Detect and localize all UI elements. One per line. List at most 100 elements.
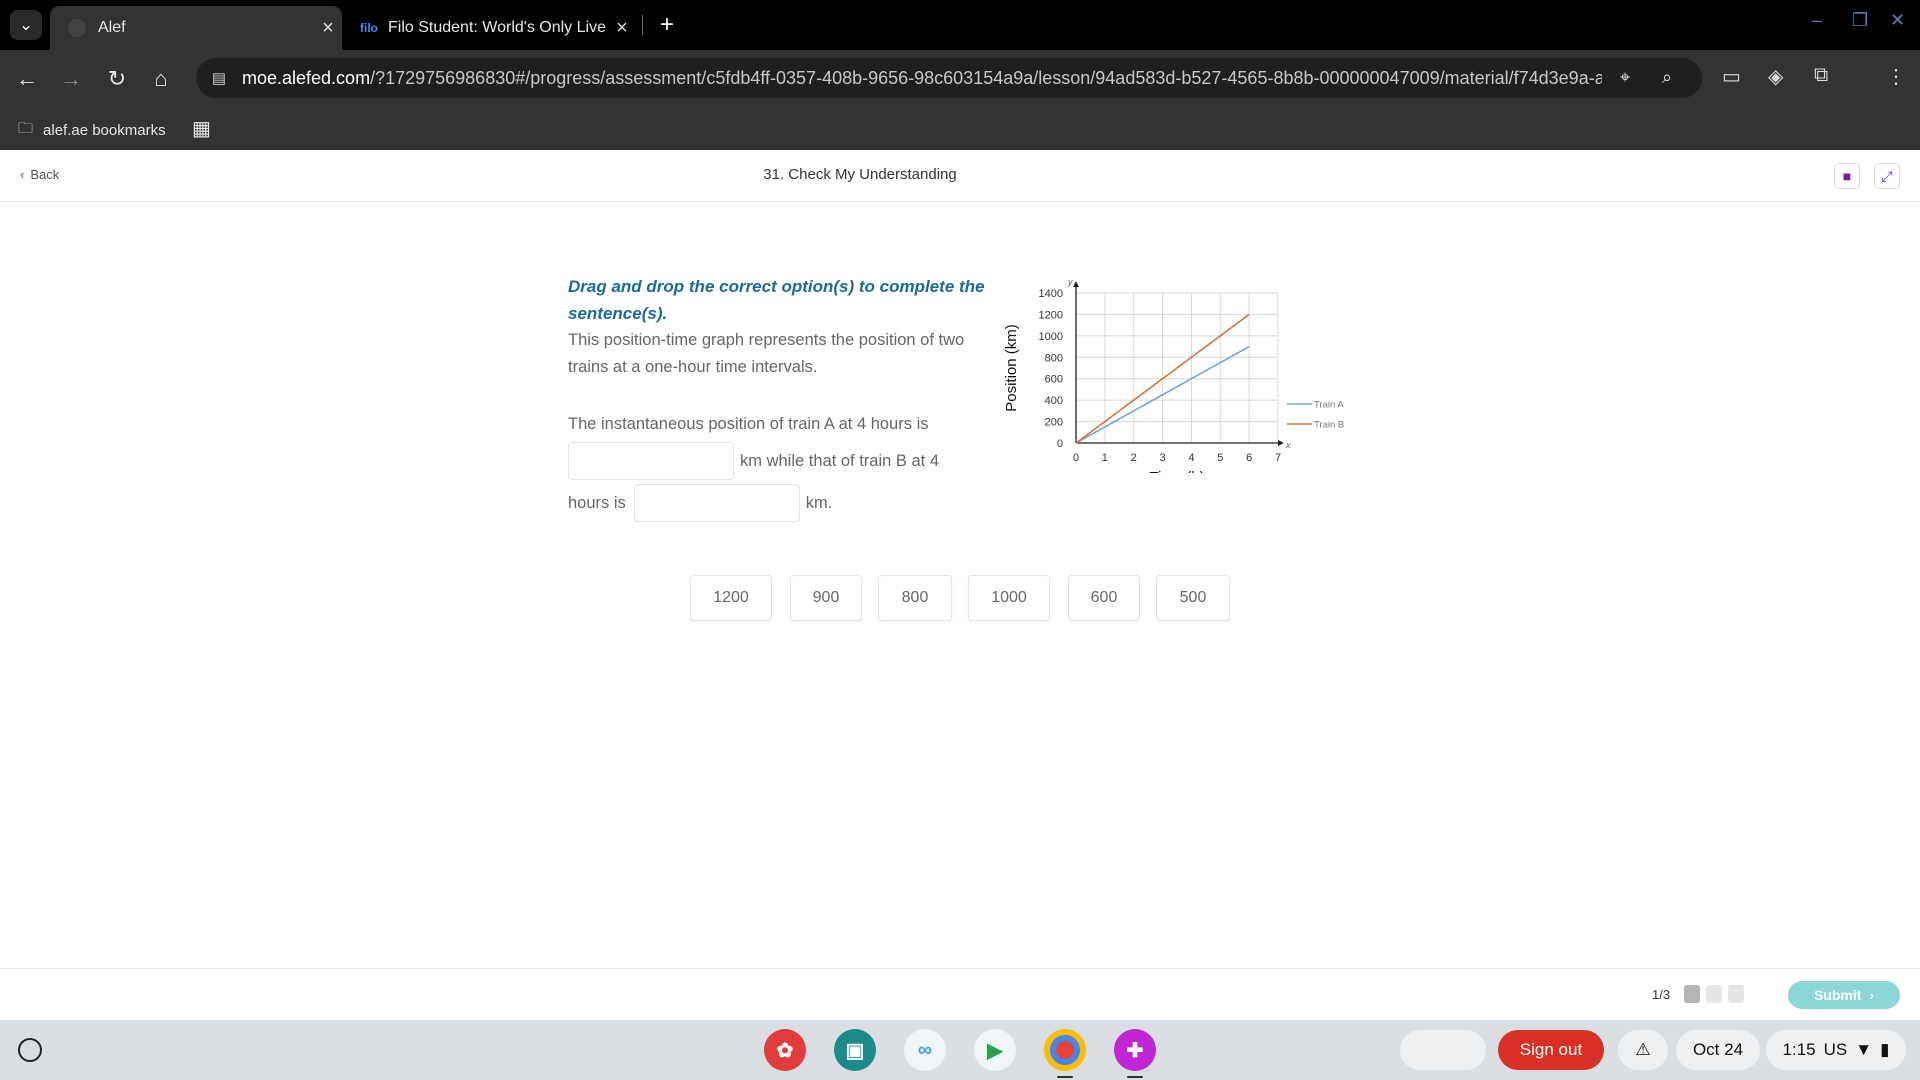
launcher-icon[interactable] [18, 1038, 42, 1062]
option-chip[interactable]: 900 [790, 575, 862, 621]
option-chip[interactable]: 600 [1068, 575, 1140, 621]
extension-shield-icon[interactable]: ◈ [1768, 64, 1783, 89]
warning-icon[interactable]: ⚠ [1618, 1030, 1668, 1070]
y-tick-label: 800 [1045, 352, 1063, 364]
x-tick-label: 6 [1246, 452, 1252, 464]
home-icon[interactable]: ⌂ [146, 64, 176, 94]
new-tab-icon[interactable]: + [652, 10, 682, 40]
y-tick-label: 400 [1045, 395, 1063, 407]
question-description: This position-time graph represents the … [568, 331, 965, 376]
filo-favicon-icon: filo [360, 21, 378, 35]
site-info-icon[interactable]: ▤ [210, 69, 228, 87]
page-counter: 1/3 [1652, 987, 1671, 1002]
position-time-chart: y x 0 200 400 600 800 1000 1200 1400 0 1 2 3 4 5 6 7 Time … [1000, 273, 1380, 486]
location-icon[interactable]: ⌖ [1620, 67, 1630, 88]
option-chip[interactable]: 800 [878, 575, 952, 621]
tab-strip: ⌄ Alef × filo Filo Student: World's Only… [0, 0, 1920, 50]
locale-text: US [1823, 1040, 1848, 1059]
zoom-icon[interactable]: ⌕ [1662, 67, 1672, 88]
browser-menu-icon[interactable]: ⋮ [1886, 64, 1906, 89]
battery-icon: ▮ [1880, 1040, 1890, 1059]
sentence-text: The instantaneous position of train A at… [568, 414, 929, 433]
system-tray[interactable]: 1:15 US ▼ ▮ [1766, 1030, 1906, 1070]
wifi-icon: ▼ [1855, 1040, 1873, 1059]
play-store-icon[interactable]: ▶ [974, 1029, 1016, 1071]
back-arrow-icon[interactable]: ← [12, 64, 42, 94]
paint-app-icon[interactable]: ✿ [764, 1029, 806, 1071]
progress-dot-current[interactable] [1684, 985, 1700, 1003]
apps-grid-icon[interactable]: ▦ [192, 116, 211, 141]
question-area: Drag and drop the correct option(s) to c… [0, 203, 1920, 968]
sync-app-icon[interactable]: ∞ [904, 1029, 946, 1071]
chrome-icon[interactable] [1044, 1029, 1086, 1071]
tab-alef[interactable]: Alef × [50, 6, 342, 50]
minimize-icon[interactable]: – [1812, 10, 1822, 31]
tab-filo[interactable]: filo Filo Student: World's Only Live I × [346, 6, 636, 50]
tab-close-icon[interactable]: × [314, 17, 342, 40]
legend-label: Train B [1314, 420, 1344, 431]
lesson-header: ‹ Back 31. Check My Understanding ■ ⤢ [0, 150, 1920, 202]
tab-divider [642, 15, 643, 35]
address-bar[interactable]: ▤ moe.alefed.com/?1729756986830#/progres… [196, 58, 1702, 98]
y-tick-label: 600 [1045, 374, 1063, 386]
question-prompt: Drag and drop the correct option(s) to c… [568, 273, 1000, 381]
chevron-right-icon: › [1869, 987, 1875, 1003]
extensions-puzzle-icon[interactable]: ⧉ [1814, 64, 1828, 87]
y-axis-title: Position (km) [1003, 324, 1020, 412]
date-text: Oct 24 [1692, 1040, 1744, 1059]
tab-title: Filo Student: World's Only Live I [388, 19, 608, 36]
reload-icon[interactable]: ↻ [102, 64, 132, 94]
forward-arrow-icon[interactable]: → [56, 64, 86, 94]
notes-icon[interactable]: ■ [1834, 163, 1860, 189]
chart-svg: y x 0 200 400 600 800 1000 1200 1400 0 1 2 3 4 5 6 7 Time … [1003, 277, 1344, 486]
fill-in-sentence: The instantaneous position of train A at… [568, 408, 1000, 524]
cast-icon[interactable]: ▭ [1722, 64, 1741, 89]
y-tick-label: 200 [1045, 417, 1063, 429]
url-text: moe.alefed.com/?1729756986830#/progress/… [242, 68, 1602, 88]
submit-button[interactable]: Submit › [1788, 981, 1900, 1009]
classroom-app-icon[interactable]: ▣ [834, 1029, 876, 1071]
sign-out-button[interactable]: Sign out [1498, 1030, 1604, 1070]
x-tick-label: 5 [1217, 452, 1223, 464]
folder-icon: 🗀 [18, 120, 34, 137]
canvas-app-icon[interactable]: ✚ [1114, 1029, 1156, 1071]
tab-search-button[interactable]: ⌄ [10, 10, 42, 40]
option-chip[interactable]: 1200 [690, 575, 772, 621]
progress-dot[interactable] [1706, 985, 1722, 1003]
time-text: 1:15 [1782, 1040, 1816, 1059]
y-axis-letter: y [1067, 277, 1073, 287]
bookmark-folder[interactable]: 🗀 alef.ae bookmarks [18, 118, 166, 143]
x-tick-label: 2 [1131, 452, 1137, 464]
y-axis-arrow [1073, 281, 1079, 287]
close-window-icon[interactable]: ✕ [1890, 10, 1905, 31]
drop-zone-train-b[interactable] [633, 484, 800, 522]
running-indicator [1057, 1076, 1073, 1078]
x-tick-label: 0 [1073, 452, 1079, 464]
expand-icon[interactable]: ⤢ [1874, 163, 1900, 189]
x-axis-letter: x [1285, 440, 1291, 450]
submit-label: Submit [1813, 987, 1862, 1003]
option-chip[interactable]: 1000 [968, 575, 1050, 621]
restore-icon[interactable]: ❐ [1852, 10, 1868, 31]
question-instruction: Drag and drop the correct option(s) to c… [568, 277, 985, 323]
option-chip[interactable]: 500 [1156, 575, 1230, 621]
alef-favicon-icon [68, 19, 86, 37]
x-tick-label: 4 [1188, 452, 1194, 464]
legend-label: Train A [1314, 400, 1344, 411]
bookmark-label: alef.ae bookmarks [43, 122, 166, 139]
assessment-footer: 1/3 Submit › [0, 968, 1920, 1020]
os-shelf: ✿ ▣ ∞ ▶ ✚ Sign out ⚠ Oct 24 1:15 US ▼ ▮ [0, 1020, 1920, 1080]
progress-dot[interactable] [1728, 985, 1744, 1003]
drop-zone-train-a[interactable] [568, 442, 734, 480]
x-axis-arrow [1278, 440, 1284, 446]
y-tick-label: 1400 [1039, 288, 1063, 300]
tab-close-icon[interactable]: × [608, 17, 636, 40]
holding-space-thumbnail[interactable] [1400, 1030, 1486, 1070]
y-tick-label: 1200 [1039, 309, 1063, 321]
bookmarks-bar: 🗀 alef.ae bookmarks ▦ [0, 106, 1920, 150]
y-tick-label: 1000 [1039, 331, 1063, 343]
x-tick-label: 7 [1275, 452, 1281, 464]
date-tray[interactable]: Oct 24 [1676, 1030, 1760, 1070]
x-tick-label: 1 [1102, 452, 1108, 464]
x-axis-title: Time (h) [1149, 469, 1204, 473]
